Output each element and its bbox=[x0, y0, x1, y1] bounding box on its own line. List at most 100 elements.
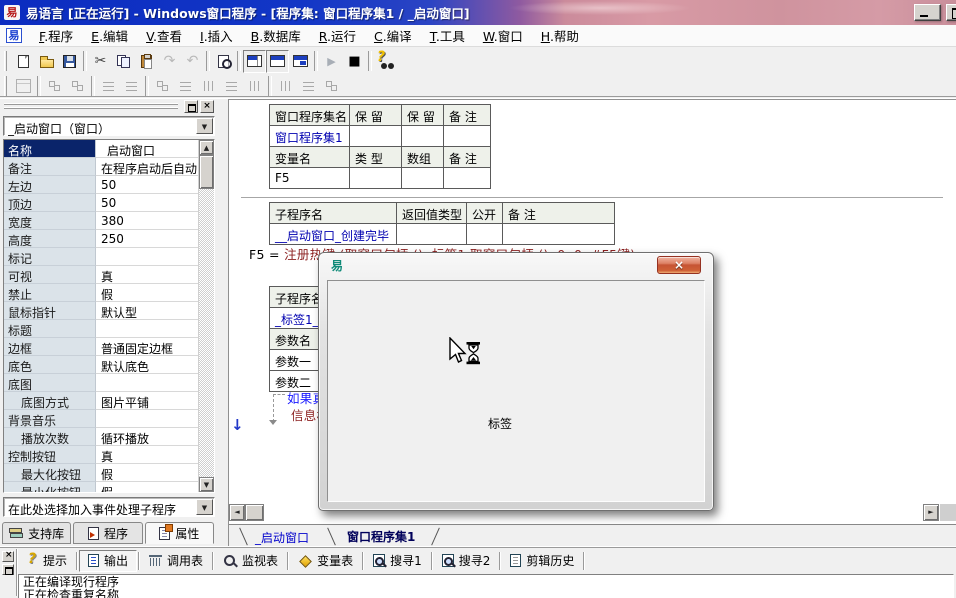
property-row[interactable]: 播放次数 循环播放 bbox=[4, 428, 198, 446]
tab-startup-window[interactable]: _启动窗口 bbox=[255, 529, 309, 546]
assembly-name-cell[interactable]: 窗口程序集1 bbox=[270, 126, 350, 147]
save-icon[interactable] bbox=[58, 50, 81, 73]
dialog-close-button[interactable]: × bbox=[657, 256, 701, 274]
panel-splitter[interactable] bbox=[218, 99, 228, 546]
resize-grip[interactable] bbox=[940, 504, 956, 521]
dock-tab[interactable]: 提示 bbox=[20, 550, 75, 572]
property-row[interactable]: 最小化按钮 假 bbox=[4, 482, 198, 492]
tab-window-assembly[interactable]: 窗口程序集1 bbox=[347, 528, 415, 545]
property-row[interactable]: 控制按钮 真 bbox=[4, 446, 198, 464]
property-value[interactable]: _启动窗口 bbox=[96, 140, 198, 158]
property-value[interactable]: 真 bbox=[96, 446, 198, 464]
separator[interactable] bbox=[204, 50, 212, 73]
property-value[interactable] bbox=[96, 374, 198, 392]
property-row[interactable]: 底色 默认底色 bbox=[4, 356, 198, 374]
run-icon[interactable] bbox=[320, 50, 343, 73]
find-icon[interactable] bbox=[212, 50, 235, 73]
property-value[interactable]: 默认型 bbox=[96, 302, 198, 320]
table-row[interactable]: F5 bbox=[270, 168, 491, 189]
property-row[interactable]: 标题 bbox=[4, 320, 198, 338]
menu-item[interactable]: B.数据库 bbox=[242, 24, 310, 47]
help-find-icon[interactable] bbox=[374, 50, 397, 73]
object-selector[interactable]: _启动窗口（窗口） ▼ bbox=[3, 116, 215, 136]
table-row[interactable]: 窗口程序集1 bbox=[270, 126, 491, 147]
collapse-arrow-icon[interactable] bbox=[269, 420, 277, 425]
toolbar-grip[interactable] bbox=[4, 51, 7, 71]
subroutine-name-cell[interactable]: __启动窗口_创建完毕 bbox=[270, 224, 397, 245]
property-row[interactable]: 顶边 50 bbox=[4, 194, 198, 212]
property-row[interactable]: 背景音乐 bbox=[4, 410, 198, 428]
menu-item[interactable]: W.窗口 bbox=[474, 24, 532, 47]
panel-tab[interactable]: 属性 bbox=[145, 522, 214, 544]
panel-tab[interactable]: 程序 bbox=[73, 522, 142, 544]
scroll-down-icon[interactable]: ▼ bbox=[199, 477, 214, 492]
menu-item[interactable]: H.帮助 bbox=[532, 24, 588, 47]
property-value[interactable]: 真 bbox=[96, 266, 198, 284]
panel-grip[interactable] bbox=[4, 103, 178, 105]
separator[interactable] bbox=[235, 50, 243, 73]
menu-item[interactable]: E.编辑 bbox=[82, 24, 137, 47]
property-row[interactable]: 备注 在程序启动后自动 bbox=[4, 158, 198, 176]
panel-tab[interactable]: 支持库 bbox=[2, 522, 71, 544]
property-row[interactable]: 底图方式 图片平铺 bbox=[4, 392, 198, 410]
property-row[interactable]: 边框 普通固定边框 bbox=[4, 338, 198, 356]
property-value[interactable]: 图片平铺 bbox=[96, 392, 198, 410]
chevron-down-icon[interactable]: ▼ bbox=[196, 118, 213, 134]
separator[interactable] bbox=[81, 50, 89, 73]
scroll-up-icon[interactable]: ▲ bbox=[199, 140, 214, 155]
dialog-titlebar[interactable]: 易 × bbox=[319, 253, 713, 280]
property-value[interactable]: 50 bbox=[96, 176, 198, 194]
dock-tab[interactable]: 输出 bbox=[79, 550, 137, 572]
redo-icon[interactable] bbox=[158, 50, 181, 73]
dock-float-icon[interactable] bbox=[2, 564, 14, 575]
menu-item[interactable]: C.编译 bbox=[365, 24, 421, 47]
undo-icon[interactable] bbox=[181, 50, 204, 73]
property-value[interactable] bbox=[96, 320, 198, 338]
property-scrollbar[interactable]: ▲ ▼ bbox=[198, 140, 214, 492]
scroll-right-icon[interactable]: ► bbox=[923, 504, 939, 521]
property-value[interactable]: 在程序启动后自动 bbox=[96, 158, 198, 176]
property-row[interactable]: 左边 50 bbox=[4, 176, 198, 194]
layout-window-icon[interactable] bbox=[243, 50, 266, 73]
layout-split-icon[interactable] bbox=[289, 50, 312, 73]
panel-close-icon[interactable] bbox=[200, 100, 214, 113]
dock-tab[interactable]: 变量表 bbox=[290, 550, 361, 572]
dock-tab[interactable]: 搜寻1 bbox=[365, 550, 430, 572]
separator[interactable] bbox=[312, 50, 320, 73]
event-selector[interactable]: 在此处选择加入事件处理子程序 ▼ bbox=[3, 497, 215, 517]
dock-close-icon[interactable] bbox=[2, 551, 14, 562]
dock-tab[interactable]: 监视表 bbox=[215, 550, 286, 572]
property-row[interactable]: 禁止 假 bbox=[4, 284, 198, 302]
output-log[interactable]: 正在编译现行程序 正在检查重复名称 bbox=[18, 574, 954, 598]
menu-item[interactable]: F.程序 bbox=[30, 24, 82, 47]
toolbar-grip[interactable] bbox=[4, 76, 7, 96]
separator[interactable] bbox=[366, 50, 374, 73]
property-value[interactable]: 假 bbox=[96, 482, 198, 492]
property-value[interactable]: 默认底色 bbox=[96, 356, 198, 374]
property-value[interactable]: 循环播放 bbox=[96, 428, 198, 446]
property-value[interactable]: 50 bbox=[96, 194, 198, 212]
scroll-thumb[interactable] bbox=[199, 155, 214, 189]
dock-tab[interactable]: 调用表 bbox=[141, 550, 211, 572]
variable-name-cell[interactable]: F5 bbox=[270, 168, 350, 189]
maximize-button[interactable] bbox=[946, 4, 956, 21]
scroll-left-icon[interactable]: ◄ bbox=[229, 504, 245, 521]
minimize-button[interactable] bbox=[914, 4, 941, 21]
scroll-thumb[interactable] bbox=[245, 504, 264, 521]
panel-float-icon[interactable] bbox=[184, 100, 198, 113]
property-value[interactable]: 普通固定边框 bbox=[96, 338, 198, 356]
property-row[interactable]: 鼠标指针 默认型 bbox=[4, 302, 198, 320]
panel-titlebar[interactable] bbox=[0, 99, 218, 115]
panel-grip[interactable] bbox=[4, 107, 178, 109]
property-row[interactable]: 最大化按钮 假 bbox=[4, 464, 198, 482]
open-file-icon[interactable] bbox=[35, 50, 58, 73]
table-row[interactable]: __启动窗口_创建完毕 bbox=[270, 224, 615, 245]
property-row[interactable]: 宽度 380 bbox=[4, 212, 198, 230]
menu-item[interactable]: I.插入 bbox=[191, 24, 242, 47]
property-value[interactable] bbox=[96, 248, 198, 266]
menu-item[interactable]: T.工具 bbox=[421, 24, 474, 47]
paste-icon[interactable] bbox=[135, 50, 158, 73]
dock-tab[interactable]: 剪辑历史 bbox=[502, 550, 582, 572]
property-row[interactable]: 标记 bbox=[4, 248, 198, 266]
titlebar[interactable]: 易 易语言 [正在运行] - Windows窗口程序 - [程序集: 窗口程序集… bbox=[0, 0, 956, 25]
